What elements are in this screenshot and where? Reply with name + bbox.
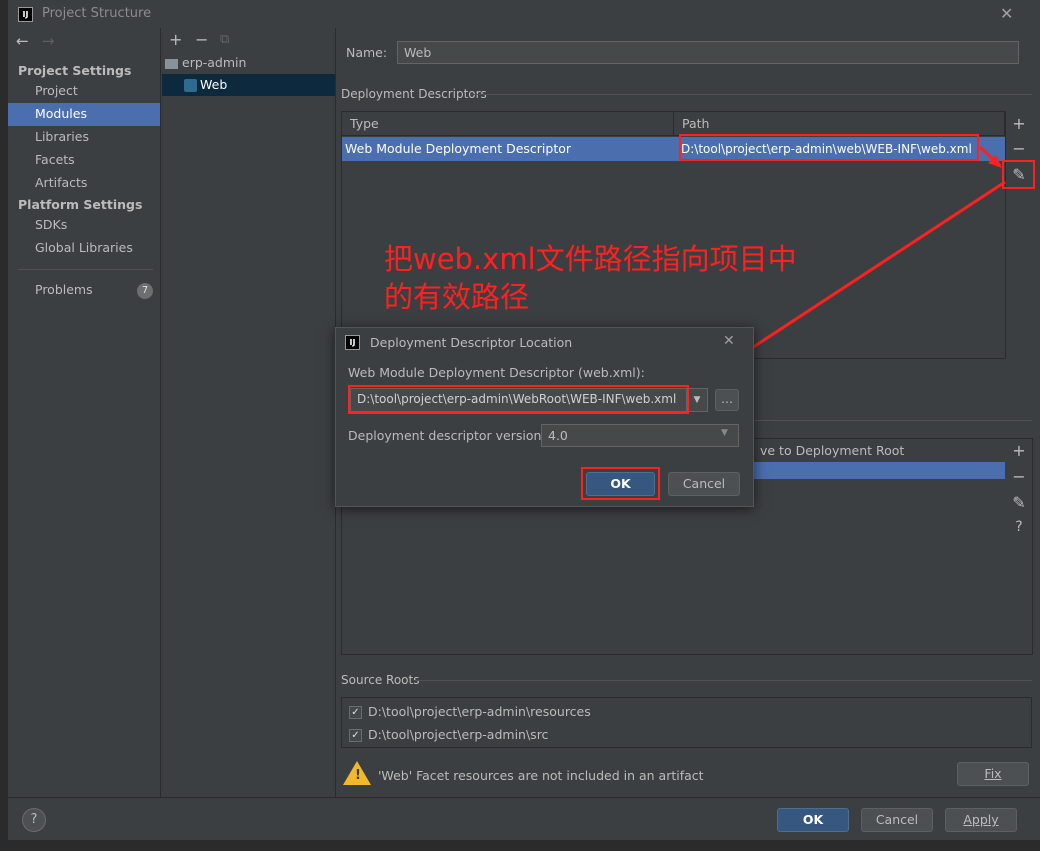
window-frame-bottom xyxy=(0,840,1040,851)
list-item[interactable]: ✓ D:\tool\project\erp-admin\src xyxy=(349,727,548,742)
source-root-path: D:\tool\project\erp-admin\resources xyxy=(368,704,591,719)
dialog-title: Deployment Descriptor Location xyxy=(370,335,573,350)
footer-divider xyxy=(8,797,1040,798)
dialog-close-button[interactable]: ✕ xyxy=(723,333,735,349)
descriptor-highlight-box xyxy=(348,385,689,414)
dialog-cancel-button[interactable]: Cancel xyxy=(668,472,740,496)
dialog-ok-button[interactable]: OK xyxy=(586,472,655,496)
help-button[interactable]: ? xyxy=(22,808,46,832)
cancel-button[interactable]: Cancel xyxy=(861,808,933,832)
fix-button[interactable]: Fix xyxy=(957,762,1029,786)
checkbox-icon[interactable]: ✓ xyxy=(349,729,362,742)
apply-button[interactable]: Apply xyxy=(945,808,1017,832)
version-label: Deployment descriptor version xyxy=(348,428,542,443)
chevron-down-icon[interactable]: ▼ xyxy=(686,388,708,412)
browse-button[interactable]: ... xyxy=(715,389,739,411)
source-roots-title: Source Roots xyxy=(341,673,420,687)
deployment-descriptor-dialog: IJ Deployment Descriptor Location ✕ Web … xyxy=(335,327,754,507)
list-item[interactable]: ✓ D:\tool\project\erp-admin\resources xyxy=(349,704,591,719)
warning-text: 'Web' Facet resources are not included i… xyxy=(378,768,704,783)
version-select[interactable]: 4.0 xyxy=(541,424,739,447)
ok-button[interactable]: OK xyxy=(777,808,849,832)
chevron-down-icon: ▼ xyxy=(721,428,728,438)
warning-exclamation: ! xyxy=(355,768,361,783)
section-divider xyxy=(414,680,1032,681)
intellij-logo-icon: IJ xyxy=(345,335,360,350)
descriptor-path-label: Web Module Deployment Descriptor (web.xm… xyxy=(348,365,645,380)
source-root-path: D:\tool\project\erp-admin\src xyxy=(368,727,549,742)
checkbox-icon[interactable]: ✓ xyxy=(349,706,362,719)
